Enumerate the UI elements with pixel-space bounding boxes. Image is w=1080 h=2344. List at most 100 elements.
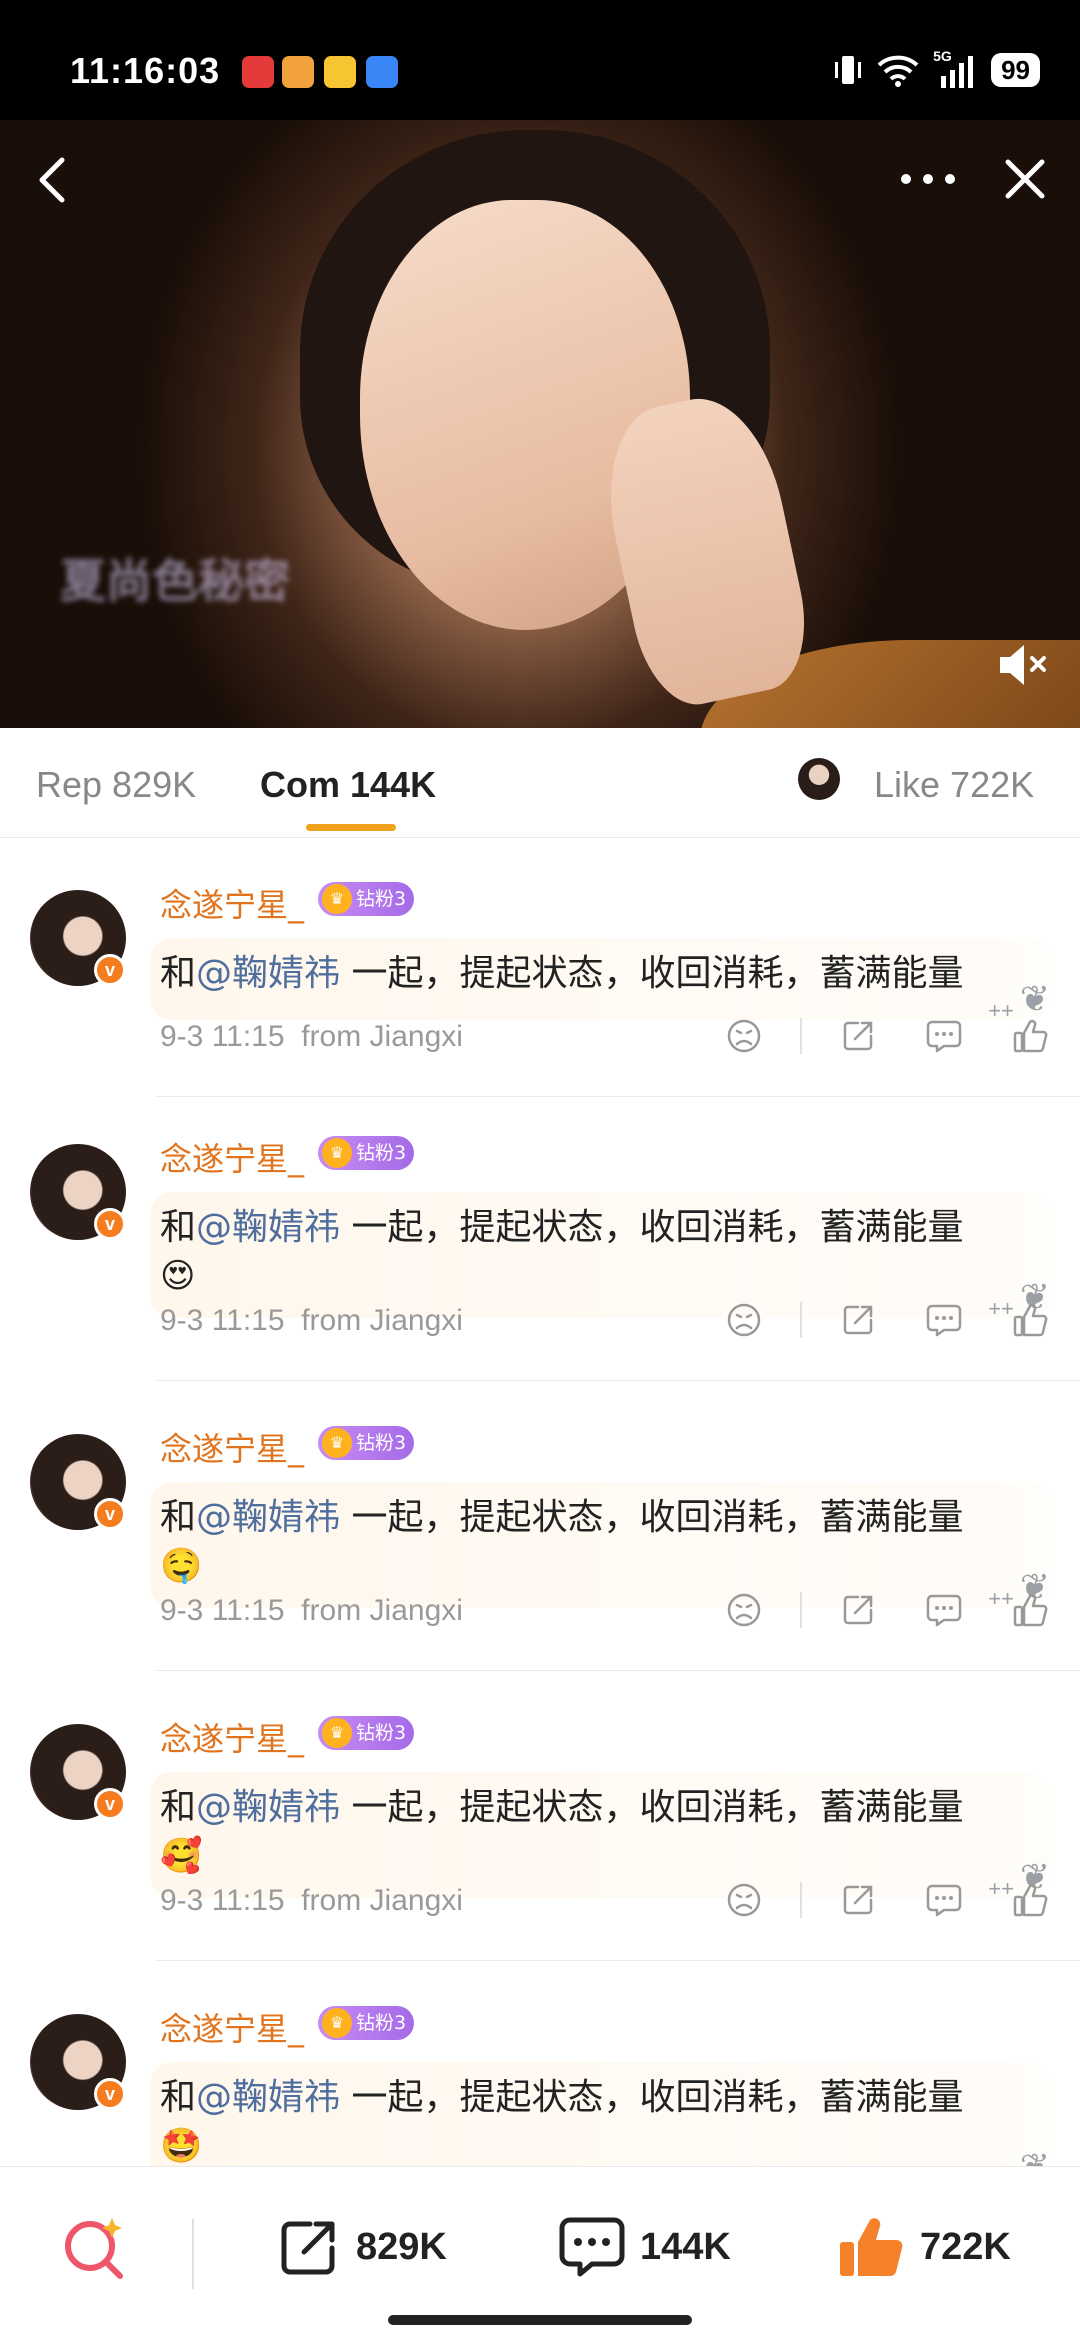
commenter-username[interactable]: 念遂宁星_ xyxy=(160,1424,304,1470)
comment-icon xyxy=(559,2217,625,2277)
frown-icon xyxy=(727,1303,761,1337)
more-icon[interactable] xyxy=(896,166,960,192)
share-icon xyxy=(843,1885,873,1915)
crown-icon: ♛ xyxy=(322,1718,352,1748)
comment-text: 和@鞠婧祎 一起，提起状态，收回消耗，蓄满能量 xyxy=(160,948,1040,1000)
comment-share-button[interactable] xyxy=(828,1870,888,1930)
comment-text: 和@鞠婧祎 一起，提起状态，收回消耗，蓄满能量 xyxy=(160,2072,1040,2124)
verified-badge-icon: v xyxy=(94,954,126,986)
comment-like-button[interactable] xyxy=(1000,1006,1060,1066)
action-divider xyxy=(800,1018,802,1054)
comment-button[interactable]: 144K xyxy=(558,2207,731,2287)
crown-icon: ♛ xyxy=(322,2008,352,2038)
share-icon xyxy=(843,1021,873,1051)
comment-meta: 9-3 11:15 from Jiangxi xyxy=(160,1884,463,1918)
comment-like-button[interactable] xyxy=(1000,1290,1060,1350)
bottom-action-bar: 829K 144K 722K xyxy=(0,2166,1080,2344)
dislike-button[interactable] xyxy=(714,1870,774,1930)
status-icons: 5G 99 xyxy=(833,48,1040,90)
repost-button[interactable]: 829K xyxy=(276,2207,447,2287)
reply-icon xyxy=(926,1594,962,1627)
mention-link[interactable]: @鞠婧祎 xyxy=(196,953,340,994)
liker-avatar xyxy=(798,758,840,800)
verified-badge-icon: v xyxy=(94,2078,126,2110)
app-icon-blue xyxy=(366,56,398,88)
comment-location: from Jiangxi xyxy=(301,1884,463,1917)
like-count: 722K xyxy=(920,2225,1011,2268)
verified-badge-icon: v xyxy=(94,1788,126,1820)
commenter-username[interactable]: 念遂宁星_ xyxy=(160,1714,304,1760)
dislike-button[interactable] xyxy=(714,1006,774,1066)
fan-level-badge: ♛ 钻粉3 xyxy=(318,2006,415,2040)
close-icon[interactable] xyxy=(1002,156,1048,202)
comment-prefix: 和 xyxy=(160,1787,197,1828)
fan-level-label: 钻粉3 xyxy=(356,888,407,910)
status-bar: 11:16:03 5G 99 xyxy=(0,0,1080,120)
mention-link[interactable]: @鞠婧祎 xyxy=(196,1787,340,1828)
repost-count: 829K xyxy=(356,2225,447,2268)
network-type: 5G xyxy=(933,48,952,64)
thumbs-up-outline-icon xyxy=(1013,1019,1048,1053)
comment-location: from Jiangxi xyxy=(301,1304,463,1337)
crown-icon: ♛ xyxy=(322,1428,352,1458)
mention-link[interactable]: @鞠婧祎 xyxy=(196,2077,340,2118)
video-frame-hand xyxy=(590,385,820,715)
comment-separator xyxy=(156,1670,1080,1671)
comment-share-button[interactable] xyxy=(828,1580,888,1640)
comment-share-button[interactable] xyxy=(828,1290,888,1350)
comment-like-button[interactable] xyxy=(1000,1580,1060,1640)
reply-icon xyxy=(926,1884,962,1917)
comment-meta: 9-3 11:15 from Jiangxi xyxy=(160,1304,463,1338)
comment-reply-button[interactable] xyxy=(914,1870,974,1930)
comment-separator xyxy=(156,1380,1080,1381)
comment-prefix: 和 xyxy=(160,2077,197,2118)
comment-body: 一起，提起状态，收回消耗，蓄满能量 xyxy=(340,1787,964,1828)
frown-icon xyxy=(727,1593,761,1627)
thumbs-up-icon xyxy=(840,2218,903,2277)
fan-level-label: 钻粉3 xyxy=(356,1432,407,1454)
comment-reply-button[interactable] xyxy=(914,1580,974,1640)
comment-prefix: 和 xyxy=(160,953,197,994)
fan-level-badge: ♛ 钻粉3 xyxy=(318,1716,415,1750)
comment-body: 一起，提起状态，收回消耗，蓄满能量 xyxy=(340,2077,964,2118)
back-icon[interactable] xyxy=(30,150,76,210)
comment-meta: 9-3 11:15 from Jiangxi xyxy=(160,1594,463,1628)
action-divider xyxy=(800,1302,802,1338)
app-icon-red xyxy=(242,56,274,88)
action-divider xyxy=(800,1592,802,1628)
home-indicator[interactable] xyxy=(388,2315,692,2325)
comment-body: 一起，提起状态，收回消耗，蓄满能量 xyxy=(340,1207,964,1248)
comment-share-button[interactable] xyxy=(828,1006,888,1066)
tab-comment[interactable]: Com 144K xyxy=(260,764,436,806)
comment-separator xyxy=(156,1096,1080,1097)
comment-like-button[interactable] xyxy=(1000,1870,1060,1930)
comment-count: 144K xyxy=(640,2225,731,2268)
commenter-username[interactable]: 念遂宁星_ xyxy=(160,880,304,926)
app-icon-video xyxy=(282,56,314,88)
comment-date: 9-3 11:15 xyxy=(160,1020,285,1053)
comment-body: 一起，提起状态，收回消耗，蓄满能量 xyxy=(340,1497,964,1538)
comment-reply-button[interactable] xyxy=(914,1006,974,1066)
dislike-button[interactable] xyxy=(714,1290,774,1350)
comment-actions xyxy=(688,1290,1060,1350)
mute-icon[interactable] xyxy=(996,640,1052,690)
search-button[interactable] xyxy=(60,2207,130,2287)
comment-reply-button[interactable] xyxy=(914,1290,974,1350)
commenter-username[interactable]: 念遂宁星_ xyxy=(160,2004,304,2050)
video-player[interactable]: 夏尚色秘密 xyxy=(0,120,1080,728)
comment-separator xyxy=(156,1960,1080,1961)
comment-actions xyxy=(688,1006,1060,1066)
mention-link[interactable]: @鞠婧祎 xyxy=(196,1497,340,1538)
mention-link[interactable]: @鞠婧祎 xyxy=(196,1207,340,1248)
share-icon xyxy=(843,1305,873,1335)
like-button[interactable]: 722K xyxy=(836,2207,1011,2287)
fan-level-badge: ♛ 钻粉3 xyxy=(318,1136,415,1170)
dislike-button[interactable] xyxy=(714,1580,774,1640)
commenter-username[interactable]: 念遂宁星_ xyxy=(160,1134,304,1180)
thumbs-up-outline-icon xyxy=(1013,1883,1048,1917)
comment-prefix: 和 xyxy=(160,1207,197,1248)
wifi-icon xyxy=(877,55,919,87)
comment-date: 9-3 11:15 xyxy=(160,1594,285,1627)
tab-repost[interactable]: Rep 829K xyxy=(36,764,196,806)
tab-like[interactable]: Like 722K xyxy=(874,764,1034,806)
